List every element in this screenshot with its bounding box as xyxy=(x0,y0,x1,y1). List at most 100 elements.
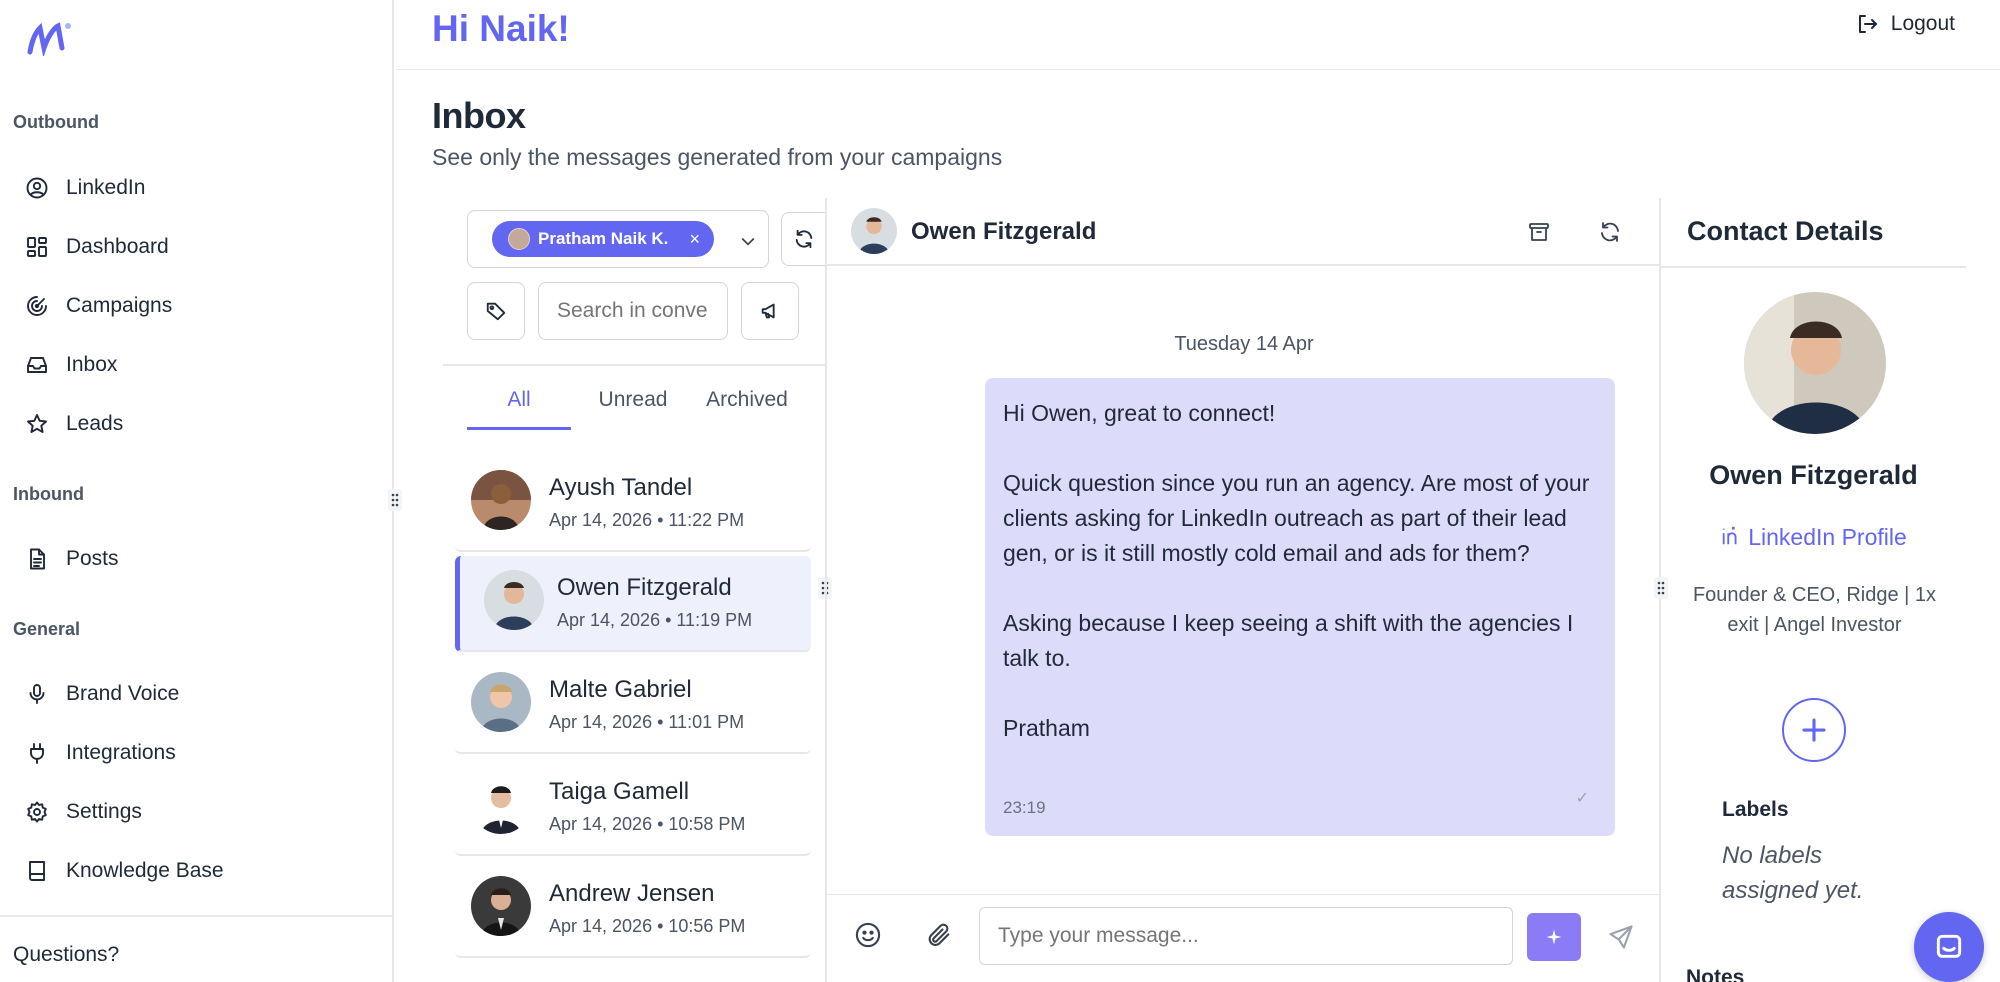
contact-name: Owen Fitzgerald xyxy=(1709,460,1918,490)
sidebar-item-label: Dashboard xyxy=(66,235,169,258)
attachment-icon[interactable] xyxy=(922,918,956,952)
avatar xyxy=(851,208,897,254)
conversation-time: Apr 14, 2026 • 10:58 PM xyxy=(549,814,746,834)
contact-details-pane: Contact Details Owen Fitzgerald LinkedIn… xyxy=(1661,198,1966,982)
sparkle-icon xyxy=(1545,928,1563,946)
conversation-tabs: All Unread Archived xyxy=(467,388,807,430)
sidebar-item-label: Integrations xyxy=(66,741,176,764)
contact-avatar xyxy=(1744,292,1886,434)
composer-divider xyxy=(827,894,1661,895)
greeting: Hi Naik! xyxy=(432,8,570,49)
logout-label: Logout xyxy=(1890,12,1955,35)
plug-icon xyxy=(24,740,50,766)
conversation-item[interactable]: Ayush Tandel Apr 14, 2026 • 11:22 PM xyxy=(455,456,811,552)
section-title-inbound: Inbound xyxy=(13,484,84,504)
megaphone-icon xyxy=(759,300,781,322)
message-text: Quick question since you run an agency. … xyxy=(1003,470,1590,566)
sidebar-item-label: LinkedIn xyxy=(66,176,146,199)
message-input[interactable] xyxy=(979,907,1513,965)
send-button[interactable] xyxy=(1603,919,1639,955)
sidebar-item-label: Posts xyxy=(66,547,119,570)
avatar xyxy=(484,570,544,630)
conversation-time: Apr 14, 2026 • 11:01 PM xyxy=(549,712,745,732)
document-icon xyxy=(24,546,50,572)
message-text: Asking because I keep seeing a shift wit… xyxy=(1003,610,1574,671)
questions-link[interactable]: Questions? xyxy=(13,943,119,967)
conversation-time: Apr 14, 2026 • 10:56 PM xyxy=(549,916,746,936)
microphone-icon xyxy=(24,681,50,707)
inbox-icon xyxy=(24,352,50,378)
conversation-time: Apr 14, 2026 • 11:19 PM xyxy=(557,610,753,630)
conversation-list-pane: Pratham Naik K. × All Unread Archived Ay… xyxy=(443,198,825,982)
account-filter-select[interactable]: Pratham Naik K. × xyxy=(467,210,769,268)
sidebar-divider xyxy=(0,915,394,917)
avatar xyxy=(471,470,531,530)
message-text: Hi Owen, great to connect! xyxy=(1003,400,1276,426)
app-logo[interactable] xyxy=(24,18,74,58)
labels-title: Labels xyxy=(1722,798,1789,821)
chip-remove-icon[interactable]: × xyxy=(689,229,700,250)
message-text: Pratham xyxy=(1003,715,1090,741)
gear-icon xyxy=(24,799,50,825)
archive-icon[interactable] xyxy=(1525,218,1553,246)
tab-archived[interactable]: Archived xyxy=(693,388,801,430)
tab-all[interactable]: All xyxy=(467,388,571,430)
conversation-item[interactable]: Taiga Gamell Apr 14, 2026 • 10:58 PM xyxy=(455,760,811,856)
sidebar-item-brand-voice[interactable]: Brand Voice xyxy=(24,672,374,716)
sidebar-item-label: Brand Voice xyxy=(66,682,180,705)
contact-headline: Founder & CEO, Ridge | 1x exit | Angel I… xyxy=(1692,584,1937,636)
sidebar-item-label: Inbox xyxy=(66,353,118,376)
refresh-icon[interactable] xyxy=(1596,218,1624,246)
ai-suggest-button[interactable] xyxy=(1527,913,1581,961)
sidebar-item-settings[interactable]: Settings xyxy=(24,790,374,834)
sidebar: Outbound LinkedIn Dashboard Campaigns In… xyxy=(0,0,394,982)
campaigns-icon xyxy=(24,293,50,319)
sidebar-item-linkedin[interactable]: LinkedIn xyxy=(24,166,374,210)
plus-icon xyxy=(1799,715,1829,745)
check-icon: ✓ xyxy=(1575,790,1589,807)
add-label-button[interactable] xyxy=(1782,698,1846,762)
section-title-general: General xyxy=(13,619,81,639)
campaign-filter-button[interactable] xyxy=(741,282,799,340)
avatar xyxy=(471,876,531,936)
list-divider xyxy=(443,364,825,366)
conversation-search-input[interactable] xyxy=(538,282,728,340)
emoji-icon[interactable] xyxy=(851,918,885,952)
account-chip[interactable]: Pratham Naik K. × xyxy=(492,221,714,257)
conversation-name: Owen Fitzgerald xyxy=(557,574,732,601)
tag-filter-button[interactable] xyxy=(467,282,525,340)
section-title-outbound: Outbound xyxy=(13,112,99,132)
tab-unread[interactable]: Unread xyxy=(583,388,683,430)
sidebar-item-campaigns[interactable]: Campaigns xyxy=(24,284,374,328)
sidebar-item-leads[interactable]: Leads xyxy=(24,402,374,446)
account-chip-label: Pratham Naik K. xyxy=(538,229,669,248)
sidebar-item-label: Knowledge Base xyxy=(66,859,224,882)
labels-empty-text: No labels assigned yet. xyxy=(1722,842,1864,904)
sidebar-item-integrations[interactable]: Integrations xyxy=(24,731,374,775)
message-time: 23:19 xyxy=(1003,798,1046,817)
refresh-list-button[interactable] xyxy=(781,212,825,266)
star-icon xyxy=(24,411,50,437)
conversation-name: Andrew Jensen xyxy=(549,880,715,907)
user-circle-icon xyxy=(24,175,50,201)
sidebar-item-inbox[interactable]: Inbox xyxy=(24,343,374,387)
logout-button[interactable]: Logout xyxy=(1855,12,1955,36)
sidebar-item-posts[interactable]: Posts xyxy=(24,537,374,581)
notes-title: Notes xyxy=(1686,966,1745,982)
sidebar-resize-handle[interactable] xyxy=(388,489,402,511)
conversation-item[interactable]: Andrew Jensen Apr 14, 2026 • 10:56 PM xyxy=(455,862,811,958)
linkedin-profile-link[interactable]: LinkedIn Profile xyxy=(1661,524,1966,551)
linkedin-icon xyxy=(1720,525,1742,547)
date-separator: Tuesday 14 Apr xyxy=(1174,333,1314,355)
sidebar-item-knowledge-base[interactable]: Knowledge Base xyxy=(24,849,374,893)
chevron-down-icon[interactable] xyxy=(738,231,758,251)
linkedin-profile-label: LinkedIn Profile xyxy=(1748,524,1907,550)
sidebar-item-label: Campaigns xyxy=(66,294,173,317)
avatar xyxy=(508,228,530,250)
support-chat-launcher[interactable] xyxy=(1914,912,1984,982)
conversation-item[interactable]: Malte Gabriel Apr 14, 2026 • 11:01 PM xyxy=(455,658,811,754)
chat-bubble-icon xyxy=(1933,931,1965,963)
sidebar-item-dashboard[interactable]: Dashboard xyxy=(24,225,374,269)
conversation-name: Malte Gabriel xyxy=(549,676,692,703)
conversation-item-active[interactable]: Owen Fitzgerald Apr 14, 2026 • 11:19 PM xyxy=(455,556,811,652)
